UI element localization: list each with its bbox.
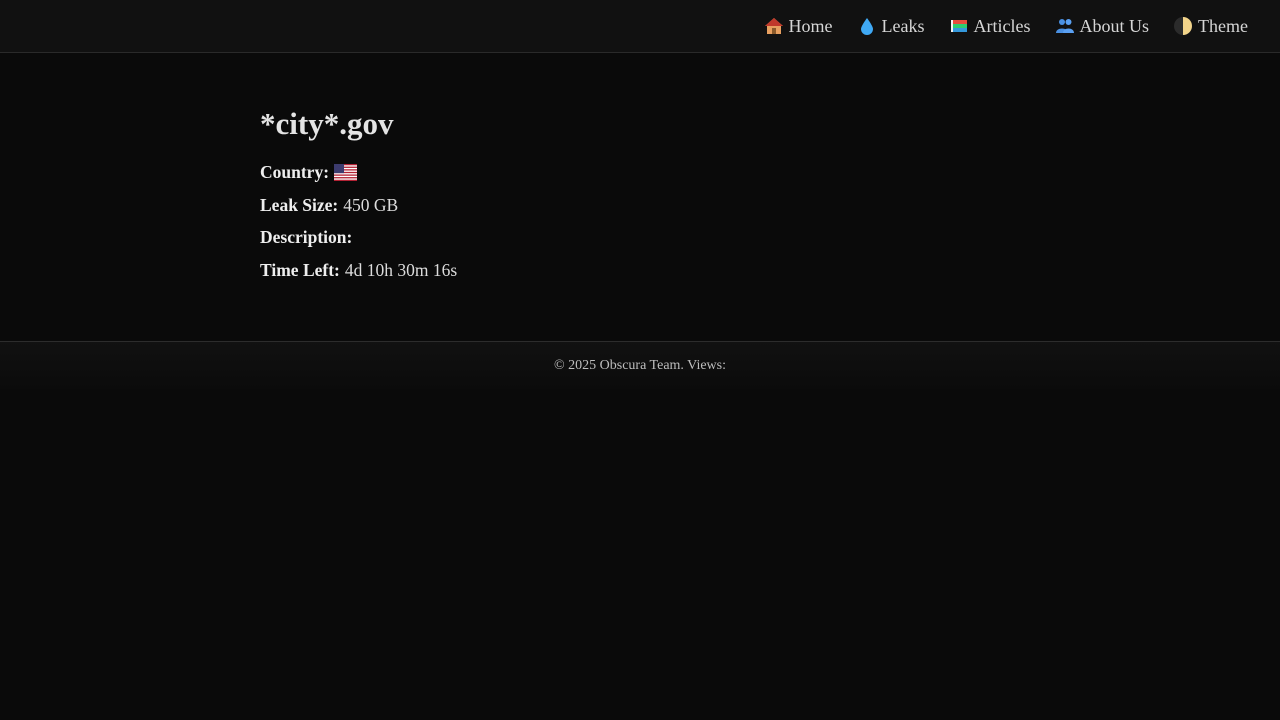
books-icon <box>949 16 969 36</box>
nav-home-label: Home <box>788 15 833 36</box>
leak-size-value: 450 GB <box>343 194 399 215</box>
nav-about-us-label: About Us <box>1079 15 1150 36</box>
half-moon-icon <box>1173 16 1193 36</box>
leak-info: Country: Leak Size: 450 GB Description: … <box>260 162 1280 280</box>
country-label: Country: <box>260 162 330 182</box>
footer-text: © 2025 Obscura Team. Views: <box>554 358 726 373</box>
nav-home[interactable]: Home <box>764 16 833 37</box>
time-left-row: Time Left: 4d 10h 30m 16s <box>260 260 1280 280</box>
country-row: Country: <box>260 162 1280 182</box>
description-label: Description: <box>260 227 353 247</box>
house-icon <box>764 16 784 36</box>
nav-leaks[interactable]: Leaks <box>857 16 925 37</box>
nav-theme[interactable]: Theme <box>1173 16 1248 37</box>
nav-leaks-label: Leaks <box>881 15 925 36</box>
main-nav: Home Leaks Articles About Us Theme <box>764 16 1248 37</box>
nav-articles-label: Articles <box>973 15 1031 36</box>
leak-size-row: Leak Size: 450 GB <box>260 195 1280 215</box>
nav-theme-label: Theme <box>1198 15 1248 36</box>
page-footer: © 2025 Obscura Team. Views: <box>0 341 1280 389</box>
leak-detail: *city*.gov Country: Leak Size: 450 GB De… <box>0 53 1280 341</box>
nav-about-us[interactable]: About Us <box>1055 15 1150 37</box>
droplet-icon <box>857 16 877 36</box>
top-navigation-bar: Home Leaks Articles About Us Theme <box>0 0 1280 53</box>
leak-size-label: Leak Size: <box>260 194 339 215</box>
us-flag-icon <box>334 163 358 181</box>
nav-articles[interactable]: Articles <box>949 16 1031 37</box>
time-left-label: Time Left: <box>260 259 340 280</box>
page-title: *city*.gov <box>260 106 394 141</box>
description-row: Description: <box>260 227 1280 247</box>
people-icon <box>1055 16 1075 36</box>
time-left-value: 4d 10h 30m 16s <box>344 259 458 280</box>
